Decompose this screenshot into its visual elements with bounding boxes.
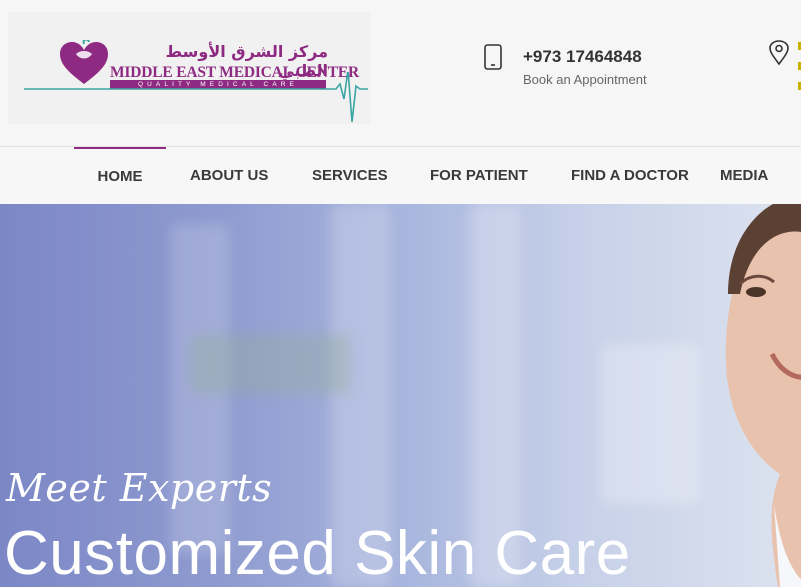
hero-title: Customized Skin Care [4,519,631,587]
doctor-portrait-image [725,204,801,587]
nav-find-a-doctor[interactable]: FIND A DOCTOR [571,147,689,205]
nav-for-patient[interactable]: FOR PATIENT [430,147,528,205]
mobile-phone-icon [484,44,502,70]
phone-number[interactable]: +973 17464848 [523,47,642,67]
heartbeat-line-icon [24,72,368,123]
hero-subtitle: Meet Experts [6,466,273,510]
background-blur-shape [600,344,700,504]
map-pin-icon [769,40,789,66]
nav-about-us[interactable]: ABOUT US [190,147,268,205]
site-logo[interactable]: مركز الشرق الأوسط الطبي MIDDLE EAST MEDI… [8,12,370,124]
nav-services[interactable]: SERVICES [312,147,388,205]
nav-home[interactable]: HOME [74,147,166,205]
main-navigation: HOME ABOUT US SERVICES FOR PATIENT FIND … [0,146,801,205]
site-header: مركز الشرق الأوسط الطبي MIDDLE EAST MEDI… [0,0,801,146]
phone-caption: Book an Appointment [523,72,647,87]
hero-banner: Meet Experts Customized Skin Care [0,204,801,587]
nav-media[interactable]: MEDIA [720,147,768,205]
background-blur-shape [190,334,350,394]
